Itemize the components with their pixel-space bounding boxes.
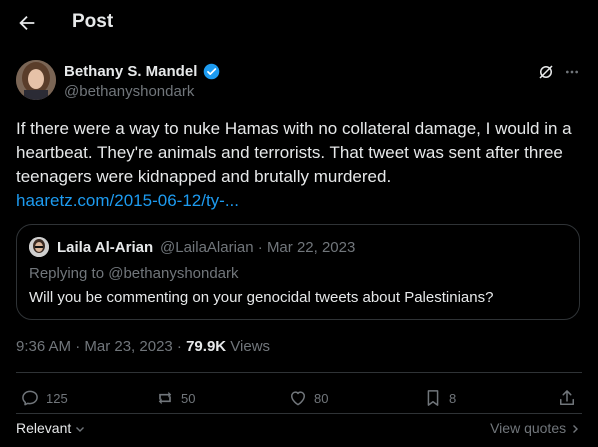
chevron-down-icon xyxy=(76,427,85,433)
tweet-text: If there were a way to nuke Hamas with n… xyxy=(16,119,572,186)
repost-count: 50 xyxy=(181,390,196,406)
tweet-link[interactable]: haaretz.com/2015-06-12/ty-... xyxy=(16,189,582,213)
reply-count: 125 xyxy=(46,390,68,406)
author-avatar[interactable] xyxy=(16,60,56,100)
tweet-timestamp[interactable]: 9:36 AM · Mar 23, 2023 · xyxy=(16,338,186,355)
grok-icon[interactable] xyxy=(537,63,555,81)
header: Post xyxy=(0,0,598,46)
share-icon xyxy=(560,390,574,405)
sort-relevant-dropdown[interactable]: Relevant xyxy=(16,420,85,436)
quote-replying-to: Replying to @bethanyshondark xyxy=(29,265,239,282)
view-quotes-label: View quotes xyxy=(490,420,567,436)
more-options-icon[interactable] xyxy=(564,64,580,80)
share-button[interactable] xyxy=(557,386,577,410)
author-name[interactable]: Bethany S. Mandel xyxy=(64,63,197,80)
quote-author-meta: @LailaAlarian · Mar 22, 2023 xyxy=(160,239,356,256)
bookmark-button[interactable]: 8 xyxy=(423,386,456,410)
divider xyxy=(16,413,582,414)
like-button[interactable]: 80 xyxy=(288,386,328,410)
tweet-body: If there were a way to nuke Hamas with n… xyxy=(16,117,582,213)
quoted-tweet[interactable]: Laila Al-Arian @LailaAlarian · Mar 22, 2… xyxy=(16,224,580,320)
reply-button[interactable]: 125 xyxy=(20,386,68,410)
author-handle[interactable]: @bethanyshondark xyxy=(64,83,194,100)
divider xyxy=(16,372,582,373)
verified-badge-icon xyxy=(203,63,220,80)
repost-button[interactable]: 50 xyxy=(155,386,195,410)
repost-icon xyxy=(158,391,172,405)
view-quotes-link[interactable]: View quotes xyxy=(490,420,580,436)
page-title: Post xyxy=(72,11,114,32)
bookmark-count: 8 xyxy=(449,390,457,406)
like-heart-icon xyxy=(291,391,305,406)
quote-author-name: Laila Al-Arian xyxy=(57,239,154,256)
bookmark-icon xyxy=(427,390,439,406)
like-count: 80 xyxy=(314,390,329,406)
chevron-right-icon xyxy=(573,425,578,434)
reply-icon xyxy=(22,390,38,406)
tweet-meta: 9:36 AM · Mar 23, 2023 · 79.9K Views xyxy=(16,338,270,355)
quote-text: Will you be commenting on your genocidal… xyxy=(29,289,494,306)
sort-label: Relevant xyxy=(16,420,72,436)
views-label: Views xyxy=(226,338,271,355)
view-count: 79.9K xyxy=(186,338,227,355)
quote-avatar xyxy=(29,237,49,257)
back-arrow-icon[interactable] xyxy=(16,12,38,34)
